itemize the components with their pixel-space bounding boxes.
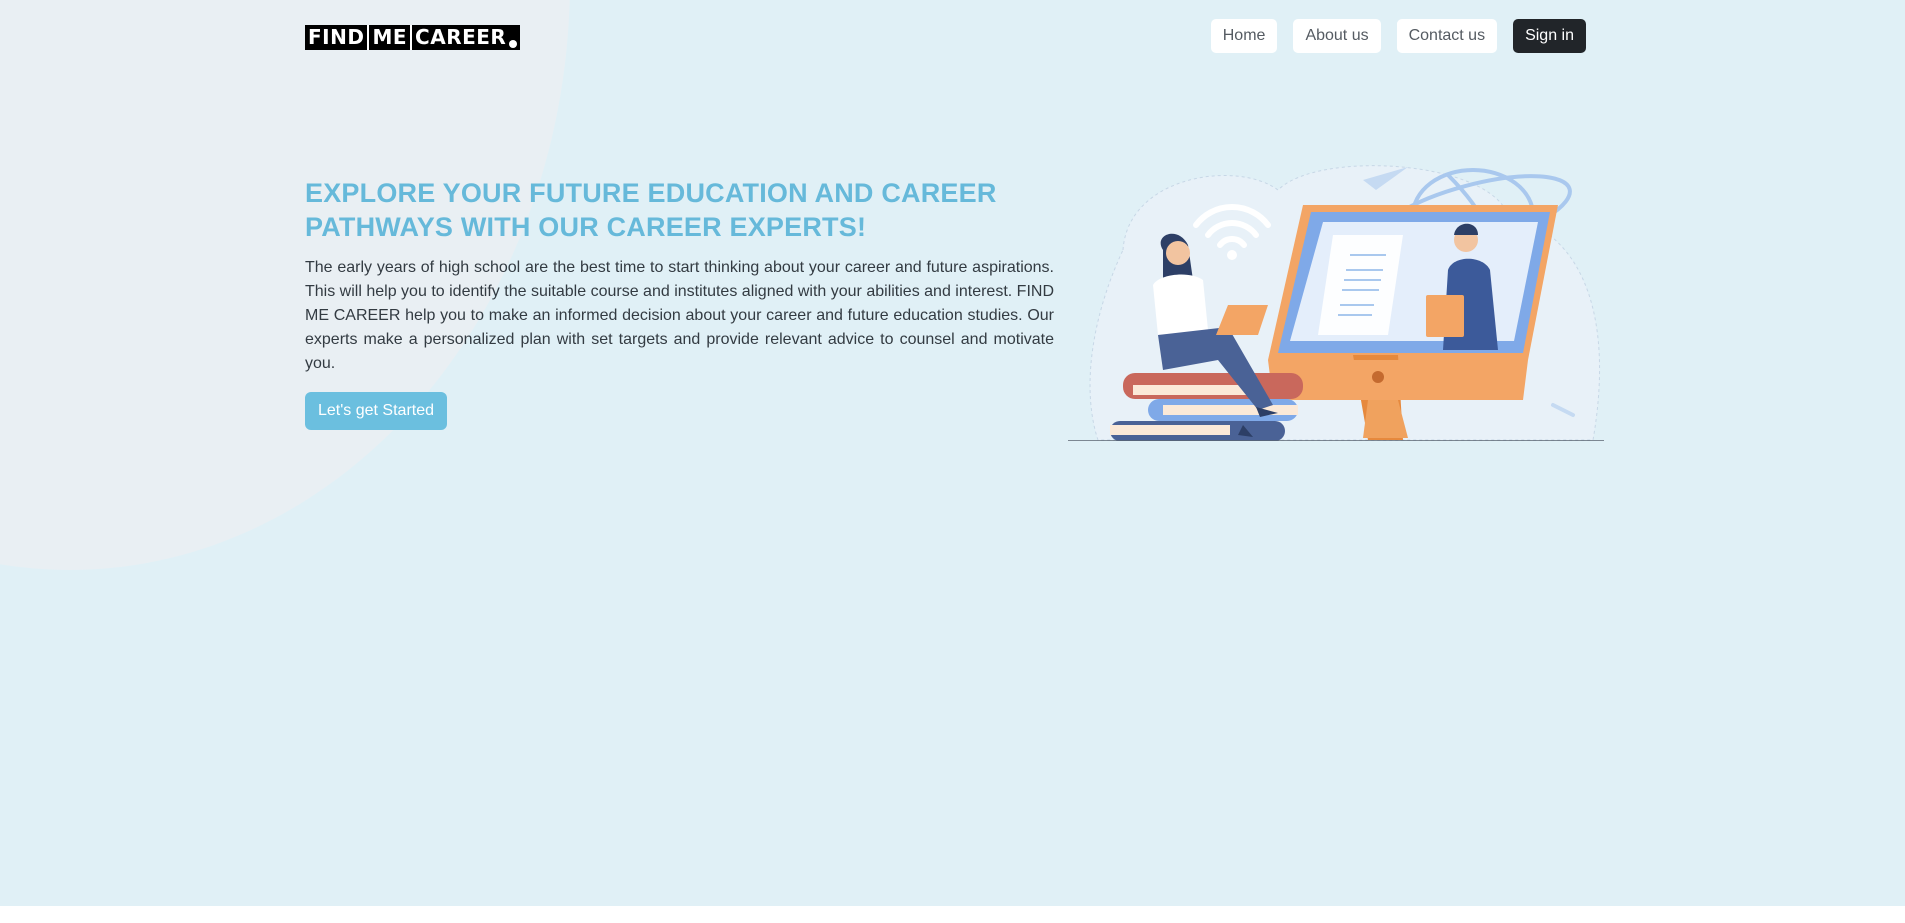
nav-about-button[interactable]: About us <box>1293 19 1381 53</box>
logo-dot <box>509 39 518 48</box>
nav-contact-button[interactable]: Contact us <box>1396 19 1498 53</box>
hero-title: EXPLORE YOUR FUTURE EDUCATION AND CAREER… <box>305 178 997 242</box>
logo-word-career: CAREER <box>415 25 507 49</box>
navbar: FIND ME CAREER Home About us Contact us … <box>305 19 1586 55</box>
career-counselling-illustration <box>1068 165 1604 441</box>
page: FIND ME CAREER Home About us Contact us … <box>0 0 1905 906</box>
logo[interactable]: FIND ME CAREER <box>305 25 521 50</box>
logo-divider <box>367 25 370 50</box>
hero-description: The early years of high school are the b… <box>305 259 1054 372</box>
sign-in-button[interactable]: Sign in <box>1513 19 1586 53</box>
logo-word-find: FIND <box>308 25 365 49</box>
logo-word-me: ME <box>372 25 408 49</box>
logo-mark: FIND ME CAREER <box>305 25 521 50</box>
hero-section: EXPLORE YOUR FUTURE EDUCATION AND CAREER… <box>305 176 1054 430</box>
nav-links: Home About us Contact us Sign in <box>1210 19 1586 53</box>
get-started-button[interactable]: Let's get Started <box>305 392 448 430</box>
nav-home-button[interactable]: Home <box>1210 19 1278 53</box>
logo-divider <box>410 25 413 50</box>
